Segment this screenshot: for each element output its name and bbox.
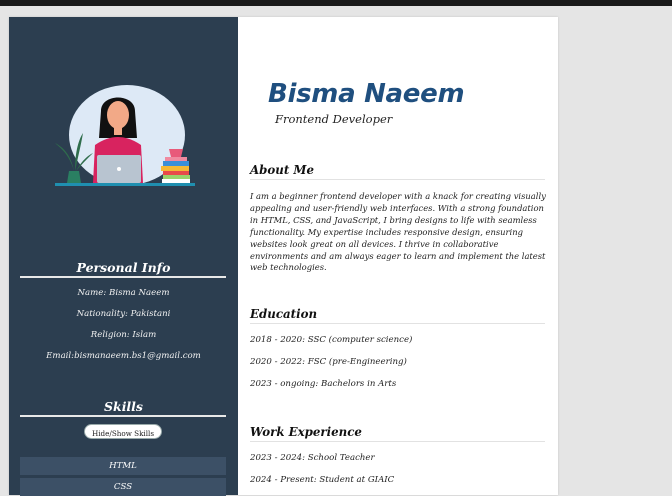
window-top-bar (0, 0, 672, 6)
sidebar: Personal Info Name: Bisma Naeem National… (9, 17, 238, 496)
work-item: 2023 - 2024: School Teacher (250, 453, 375, 463)
skills-divider (20, 415, 226, 417)
info-name: Name: Bisma Naeem (77, 288, 170, 298)
education-divider (250, 323, 545, 324)
main-content: Bisma Naeem Frontend Developer About Me … (238, 17, 558, 495)
profile-name: Bisma Naeem (268, 79, 465, 109)
skill-item-css: CSS (20, 478, 226, 496)
work-heading: Work Experience (250, 425, 362, 439)
education-heading: Education (250, 307, 318, 321)
about-divider (250, 179, 545, 180)
work-item: 2024 - Present: Student at GIAIC (250, 475, 395, 485)
personal-info-heading: Personal Info (76, 260, 171, 275)
work-divider (250, 441, 545, 442)
education-item: 2023 - ongoing: Bachelors in Arts (250, 379, 397, 389)
info-nationality: Nationality: Pakistani (76, 309, 171, 319)
skills-heading: Skills (104, 399, 143, 414)
info-email: Email:bismanaeem.bs1@gmail.com (46, 351, 201, 361)
info-religion: Religion: Islam (90, 330, 157, 340)
resume-page: Personal Info Name: Bisma Naeem National… (9, 17, 558, 496)
education-item: 2018 - 2020: SSC (computer science) (250, 335, 413, 345)
profile-role: Frontend Developer (275, 112, 393, 126)
avatar-illustration (55, 85, 195, 186)
personal-info-divider (20, 276, 226, 278)
about-text: I am a beginner frontend developer with … (250, 191, 546, 273)
skill-item-html: HTML (20, 457, 226, 475)
about-heading: About Me (250, 163, 314, 177)
education-item: 2020 - 2022: FSC (pre-Engineering) (250, 357, 407, 367)
toggle-skills-button[interactable]: Hide/Show Skills (84, 424, 162, 439)
